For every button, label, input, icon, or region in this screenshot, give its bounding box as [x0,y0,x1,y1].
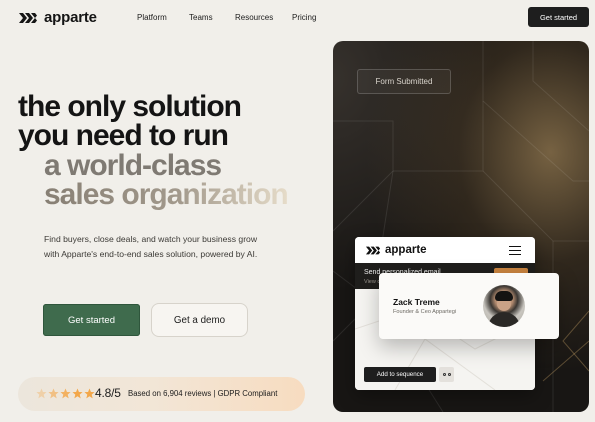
contact-name: Zack Treme [393,297,440,307]
star-icon [36,388,47,399]
rating-stars [36,388,95,399]
headline-line-4-text: sales organization [44,178,289,211]
add-to-sequence-button[interactable]: Add to sequence [364,367,436,382]
star-icon [60,388,71,399]
form-submitted-chip: Form Submitted [357,69,451,94]
contact-role: Founder & Ceo Appartegi [393,309,457,315]
headline-line-4: sales organization [44,178,289,211]
headline-line-2: you need to run [18,119,229,152]
apparte-logo-icon [365,246,381,254]
menu-icon[interactable] [509,246,521,256]
brand-name: apparte [44,9,97,26]
reviews-badge: 4.8/5 Based on 6,904 reviews | GDPR Comp… [18,377,305,411]
app-preview-header: apparte [355,237,535,263]
app-preview-brand: apparte [385,244,427,256]
star-icon [48,388,59,399]
get-demo-button[interactable]: Get a demo [151,303,248,337]
get-started-button[interactable]: Get started [43,304,140,336]
nav-get-started-button[interactable]: Get started [528,7,589,27]
apparte-logo-icon [19,12,37,23]
review-count-text: Based on 6,904 reviews | GDPR Compliant [128,389,278,398]
app-preview-logo: apparte [365,244,427,256]
more-options-icon[interactable] [439,367,454,382]
star-icon [84,388,95,399]
nav-link-resources[interactable]: Resources [235,13,273,22]
contact-profile-card: Zack Treme Founder & Ceo Appartegi [379,273,559,339]
nav-link-teams[interactable]: Teams [189,13,213,22]
rating-value: 4.8/5 [95,386,121,400]
hero-subtext: Find buyers, close deals, and watch your… [44,234,258,259]
nav-link-platform[interactable]: Platform [137,13,167,22]
nav-link-pricing[interactable]: Pricing [292,13,316,22]
contact-avatar [483,285,525,327]
headline-line-3: a world-class [44,149,222,182]
top-nav: apparte Platform Teams Resources Pricing… [0,0,595,34]
star-icon [72,388,83,399]
brand-logo[interactable]: apparte [18,9,97,26]
headline-line-1: the only solution [18,90,242,123]
